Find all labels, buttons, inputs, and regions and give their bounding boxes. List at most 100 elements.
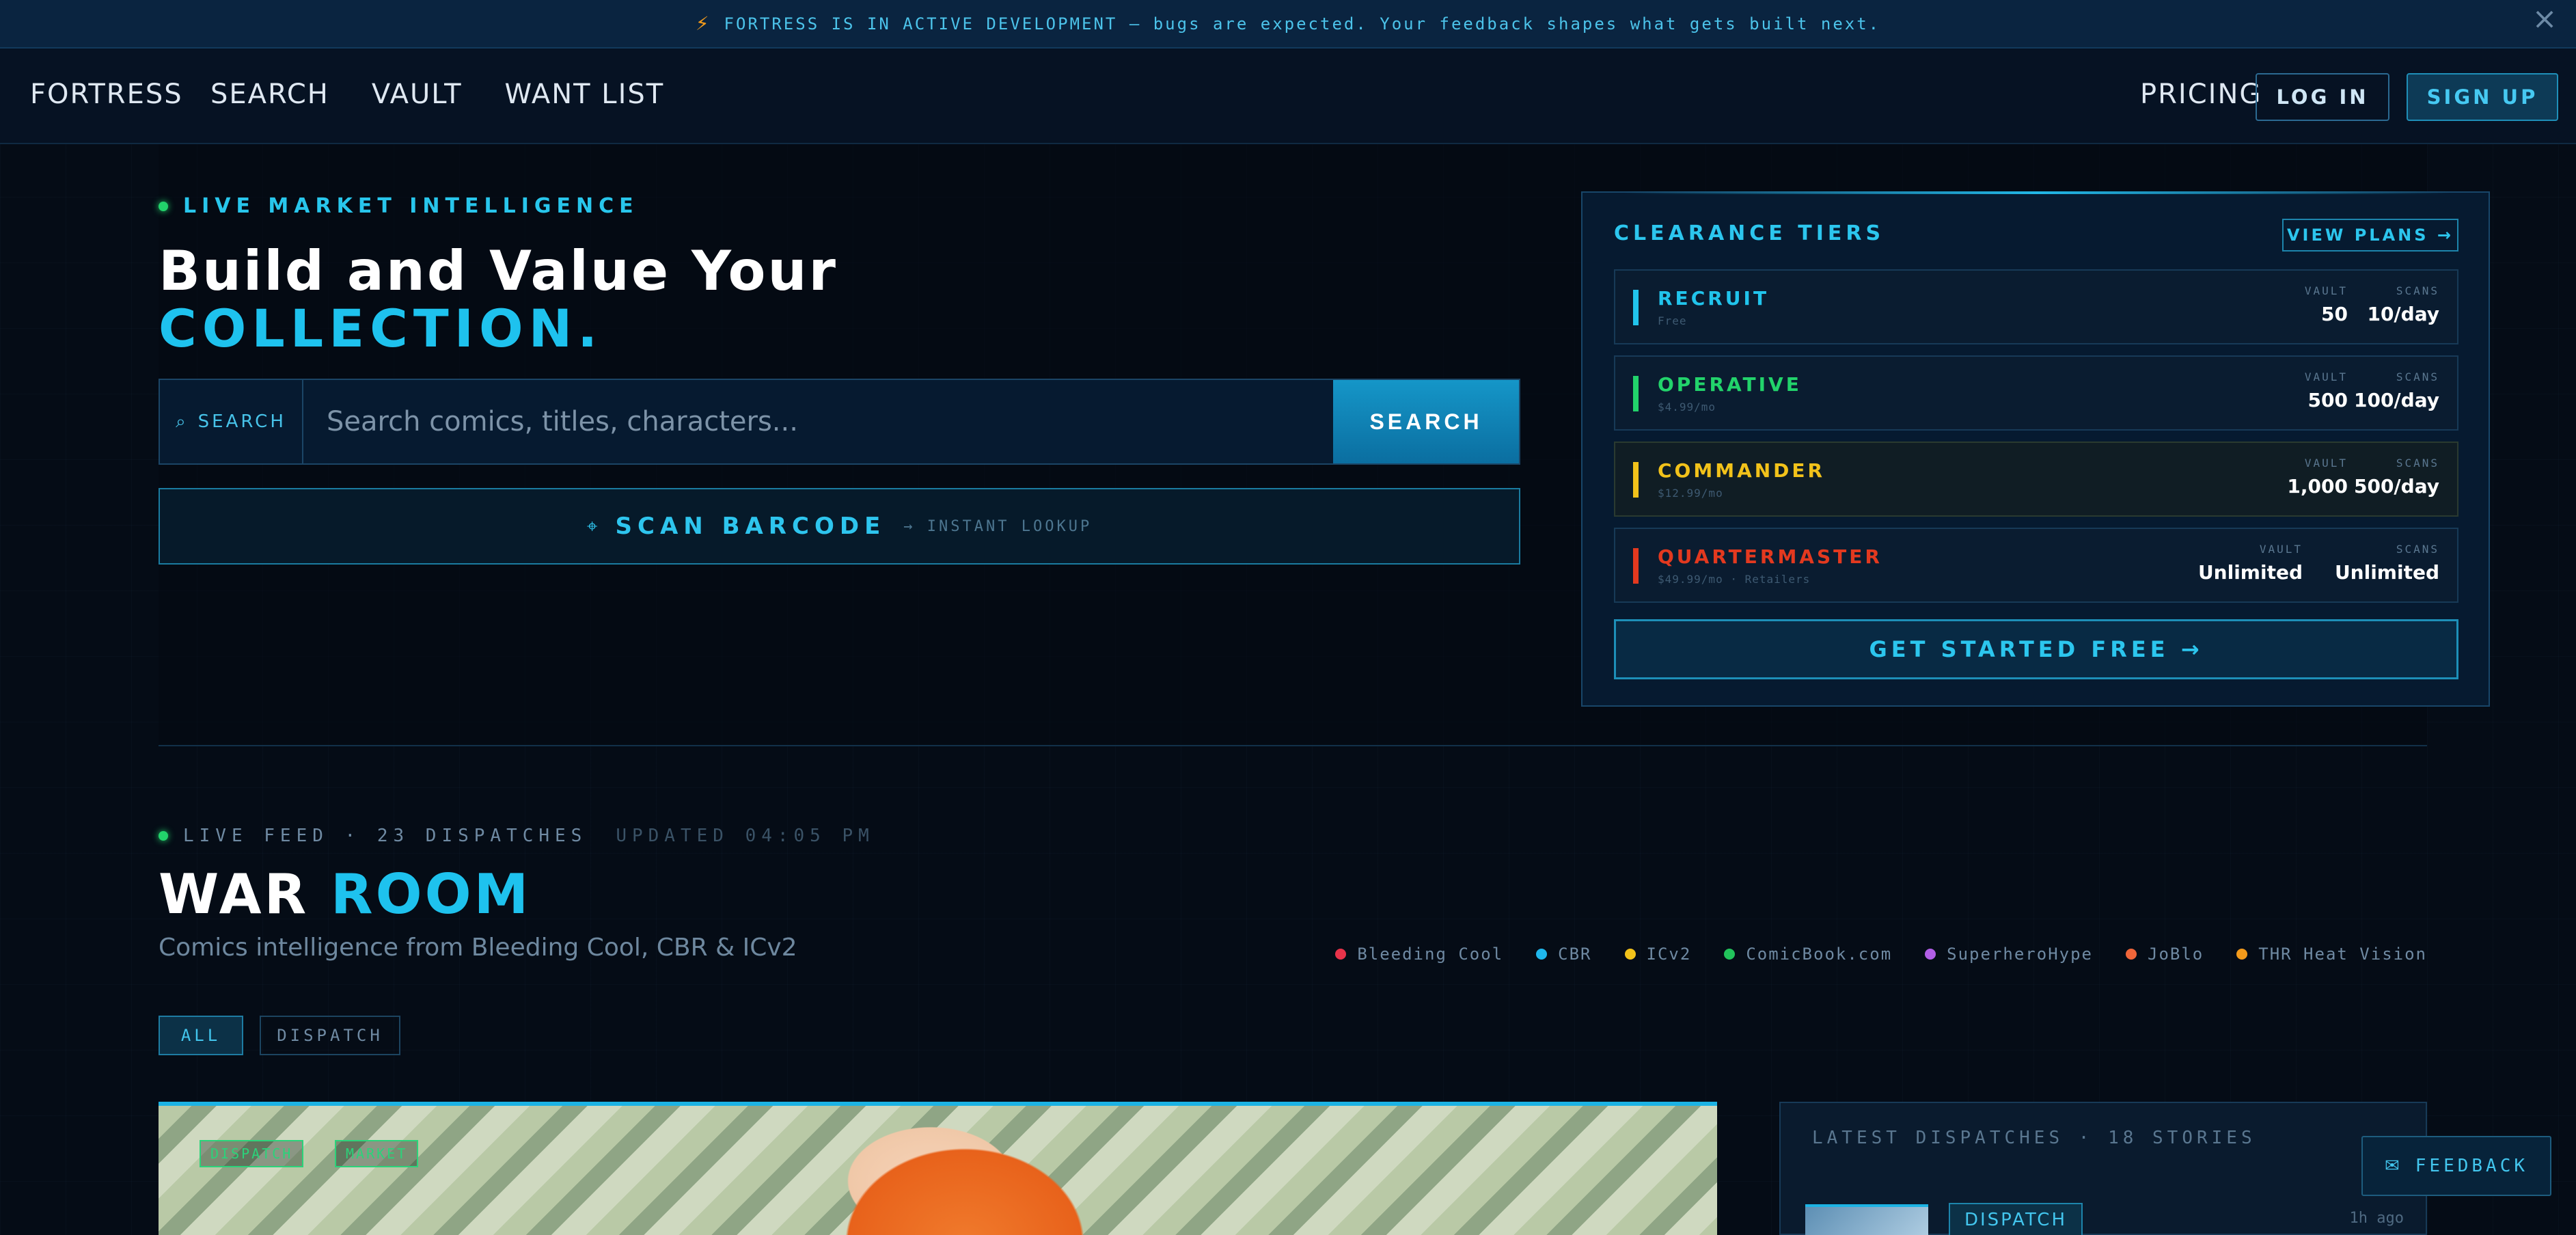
tier-color-bar [1633, 376, 1639, 411]
vault-value: 1,000 [2287, 475, 2348, 498]
featured-story-image[interactable]: DISPATCH MARKET [159, 1102, 1717, 1235]
feed-count: LIVE FEED · 23 DISPATCHES [183, 826, 588, 846]
filter-dispatch[interactable]: DISPATCH [260, 1016, 400, 1055]
source-dot-icon [1724, 949, 1736, 960]
live-dot-icon [159, 201, 168, 211]
feature-tag-market: MARKET [335, 1140, 419, 1167]
live-dot-icon [159, 831, 168, 841]
scan-barcode-button[interactable]: ⌖ SCAN BARCODE → INSTANT LOOKUP [159, 488, 1520, 565]
live-feed-status: LIVE FEED · 23 DISPATCHES UPDATED 04:05 … [159, 826, 875, 846]
get-started-button[interactable]: GET STARTED FREE → [1614, 619, 2458, 679]
filter-all[interactable]: ALL [159, 1016, 243, 1055]
source-bleeding-cool[interactable]: Bleeding Cool [1335, 945, 1503, 964]
lightning-bolt-icon: ⚡ [695, 12, 709, 35]
tier-vault: VAULT 1,000 [2287, 457, 2348, 498]
feedback-label: FEEDBACK [2415, 1156, 2529, 1176]
login-button[interactable]: LOG IN [2256, 73, 2389, 121]
announcement-text: FORTRESS IS IN ACTIVE DEVELOPMENT — bugs… [724, 14, 1881, 33]
clearance-tiers-panel: CLEARANCE TIERS VIEW PLANS → RECRUIT Fre… [1581, 191, 2490, 707]
source-thr-heat-vision[interactable]: THR Heat Vision [2236, 945, 2427, 964]
mail-icon: ✉ [2384, 1156, 2403, 1176]
signup-button[interactable]: SIGN UP [2407, 73, 2558, 121]
feature-tag-dispatch: DISPATCH [200, 1140, 304, 1167]
tier-operative[interactable]: OPERATIVE $4.99/mo VAULT 500 SCANS 100/day [1614, 355, 2458, 431]
search-bar: ⌕ SEARCH SEARCH [159, 379, 1520, 465]
search-button[interactable]: SEARCH [1333, 380, 1519, 463]
tier-quartermaster[interactable]: QUARTERMASTER $49.99/mo · Retailers VAUL… [1614, 528, 2458, 603]
source-icv2[interactable]: ICv2 [1624, 945, 1692, 964]
nav-link-search[interactable]: SEARCH [210, 79, 329, 110]
source-superherohype[interactable]: SuperheroHype [1925, 945, 2093, 964]
feedback-button[interactable]: ✉ FEEDBACK [2361, 1136, 2551, 1196]
source-label: Bleeding Cool [1357, 945, 1504, 964]
source-label: THR Heat Vision [2258, 945, 2427, 964]
scans-label: SCANS [2396, 370, 2439, 383]
vault-label: VAULT [2304, 370, 2348, 383]
crosshair-icon: ⌖ [586, 515, 598, 537]
source-legend: Bleeding Cool CBR ICv2 ComicBook.com Sup… [1335, 945, 2427, 964]
nav-link-vault[interactable]: VAULT [372, 79, 463, 110]
source-label: SuperheroHype [1947, 945, 2093, 964]
tier-name: RECRUIT [1658, 287, 1770, 310]
source-cbr[interactable]: CBR [1536, 945, 1591, 964]
source-joblo[interactable]: JoBlo [2126, 945, 2204, 964]
announcement-bar: ⚡ FORTRESS IS IN ACTIVE DEVELOPMENT — bu… [0, 0, 2576, 49]
nav-link-want-list[interactable]: WANT LIST [505, 79, 665, 110]
feed-updated: UPDATED 04:05 PM [616, 826, 875, 846]
search-icon: ⌕ [176, 411, 189, 432]
dispatch-time: 1h ago [2349, 1210, 2404, 1227]
panel-title: CLEARANCE TIERS [1614, 221, 1885, 245]
source-dot-icon [1925, 949, 1936, 960]
source-dot-icon [2126, 949, 2137, 960]
source-comicbook[interactable]: ComicBook.com [1724, 945, 1892, 964]
search-input[interactable] [303, 380, 1333, 463]
tier-scans: SCANS 10/day [2367, 284, 2439, 325]
hero-eyebrow-text: LIVE MARKET INTELLIGENCE [183, 194, 639, 218]
top-nav: FORTRESS SEARCH VAULT WANT LIST PRICING … [0, 49, 2576, 144]
tier-color-bar [1633, 462, 1639, 498]
search-label: ⌕ SEARCH [160, 380, 303, 463]
tier-price: Free [1658, 314, 1687, 327]
logo[interactable]: FORTRESS [30, 79, 183, 110]
scan-barcode-label: SCAN BARCODE [615, 513, 886, 540]
source-dot-icon [1536, 949, 1548, 960]
war-room-title: WAR ROOM [159, 863, 531, 926]
view-plans-button[interactable]: VIEW PLANS → [2282, 219, 2458, 252]
source-label: ICv2 [1646, 945, 1692, 964]
hero-title-line2: COLLECTION. [159, 298, 603, 359]
tier-commander[interactable]: COMMANDER $12.99/mo VAULT 1,000 SCANS 500/… [1614, 442, 2458, 517]
source-label: ComicBook.com [1746, 945, 1893, 964]
tier-scans: SCANS 100/day [2354, 370, 2439, 411]
tier-color-bar [1633, 548, 1639, 584]
scans-value: Unlimited [2334, 561, 2439, 584]
panel-accent-line [1623, 191, 2450, 194]
source-dot-icon [2236, 949, 2248, 960]
vault-value: Unlimited [2197, 561, 2303, 584]
tier-vault: VAULT Unlimited [2198, 543, 2303, 584]
tier-price: $12.99/mo [1658, 487, 1723, 500]
vault-label: VAULT [2259, 543, 2303, 556]
tier-recruit[interactable]: RECRUIT Free VAULT 50 SCANS 10/day [1614, 269, 2458, 344]
search-label-text: SEARCH [197, 411, 286, 432]
scans-label: SCANS [2396, 284, 2439, 297]
tier-vault: VAULT 500 [2305, 370, 2348, 411]
source-label: CBR [1558, 945, 1592, 964]
vault-label: VAULT [2304, 284, 2348, 297]
source-dot-icon [1624, 949, 1636, 960]
nav-link-pricing[interactable]: PRICING [2140, 79, 2262, 110]
hero-title-line1: Build and Value Your [159, 239, 838, 303]
tier-name: QUARTERMASTER [1658, 545, 1882, 568]
vault-label: VAULT [2304, 457, 2348, 470]
nav-links: SEARCH VAULT WANT LIST [210, 79, 664, 110]
war-room-title-b: ROOM [331, 863, 532, 926]
scans-value: 100/day [2353, 389, 2439, 411]
dispatch-thumbnail[interactable] [1805, 1204, 1928, 1235]
vault-value: 500 [2307, 389, 2348, 411]
tier-color-bar [1633, 290, 1639, 325]
war-room-title-a: WAR [159, 863, 310, 926]
close-icon[interactable]: × [2531, 4, 2558, 34]
tier-price: $4.99/mo [1658, 401, 1716, 413]
vault-value: 50 [2321, 303, 2348, 325]
source-label: JoBlo [2148, 945, 2204, 964]
war-room-subtitle: Comics intelligence from Bleeding Cool, … [159, 934, 797, 962]
